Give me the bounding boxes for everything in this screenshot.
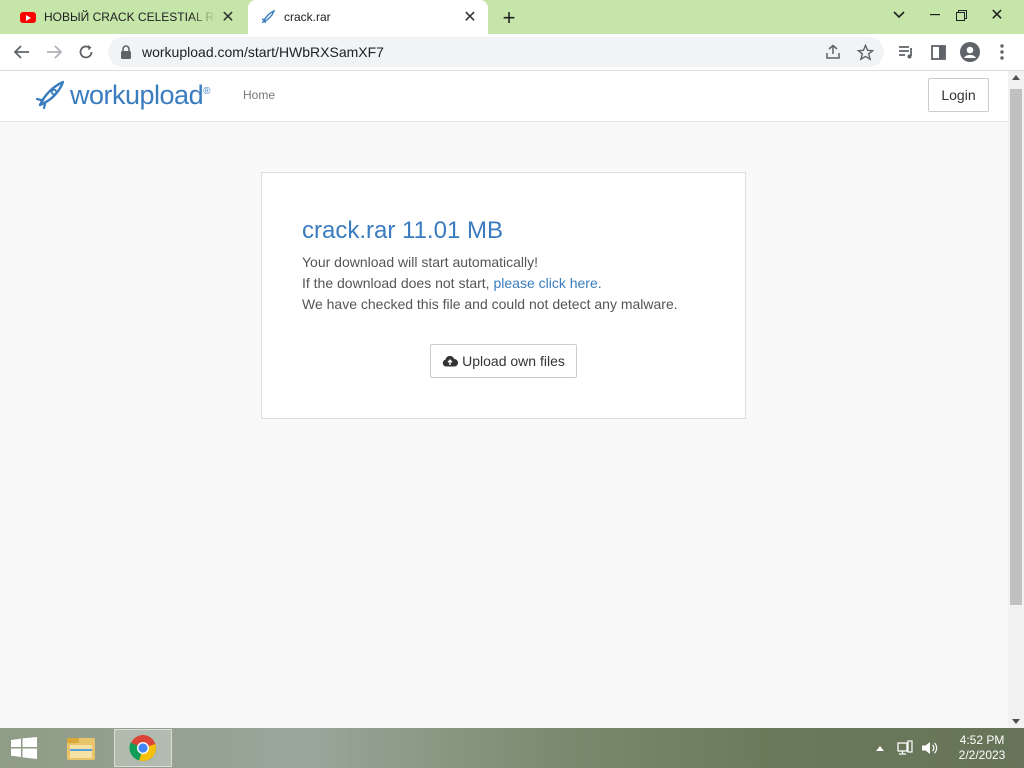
lock-icon[interactable] bbox=[120, 45, 132, 59]
share-icon[interactable] bbox=[822, 41, 844, 63]
url-text[interactable]: workupload.com/start/HWbRXSamXF7 bbox=[142, 44, 384, 60]
star-icon[interactable] bbox=[854, 41, 876, 63]
youtube-icon bbox=[20, 11, 36, 23]
download-panel: crack.rar 11.01 MB Your download will st… bbox=[261, 172, 746, 419]
site-header: workupload® Home Login bbox=[0, 71, 1008, 122]
start-button[interactable] bbox=[10, 737, 38, 764]
taskbar-clock[interactable]: 4:52 PM 2/2/2023 bbox=[952, 733, 1012, 763]
network-icon[interactable] bbox=[897, 728, 913, 768]
malware-scan-message: We have checked this file and could not … bbox=[302, 296, 678, 312]
file-title: crack.rar 11.01 MB bbox=[302, 217, 503, 244]
forward-button[interactable] bbox=[40, 38, 68, 66]
tab-search-chevron-icon[interactable] bbox=[882, 0, 916, 30]
clock-time: 4:52 PM bbox=[959, 733, 1005, 747]
click-here-link[interactable]: please click here. bbox=[493, 275, 601, 291]
tab-title: НОВЫЙ CRACK CELESTIAL RECO bbox=[44, 10, 216, 24]
new-tab-button[interactable]: + bbox=[496, 5, 522, 31]
clock-date: 2/2/2023 bbox=[958, 748, 1006, 762]
page-scrollbar[interactable] bbox=[1008, 71, 1024, 728]
scroll-down-arrow-icon[interactable] bbox=[1012, 719, 1020, 724]
chrome-icon bbox=[129, 735, 156, 762]
windows-taskbar: 4:52 PM 2/2/2023 bbox=[0, 728, 1024, 768]
tab-crack-rar[interactable]: crack.rar ✕ bbox=[248, 0, 488, 34]
rocket-icon bbox=[35, 80, 65, 110]
close-icon[interactable]: ✕ bbox=[216, 5, 240, 29]
workupload-logo[interactable]: workupload® bbox=[34, 79, 210, 111]
nav-home-link[interactable]: Home bbox=[243, 88, 275, 102]
workupload-rocket-icon bbox=[261, 9, 276, 24]
logo-text: workupload® bbox=[70, 79, 210, 110]
scroll-thumb[interactable] bbox=[1010, 89, 1022, 605]
taskbar-file-explorer[interactable] bbox=[52, 729, 110, 767]
reload-button[interactable] bbox=[72, 38, 100, 66]
auto-download-message: Your download will start automatically! bbox=[302, 254, 539, 270]
close-icon[interactable]: ✕ bbox=[458, 5, 482, 29]
windows-logo-icon bbox=[11, 737, 37, 759]
media-control-icon[interactable] bbox=[892, 38, 920, 66]
close-window-button[interactable]: ✕ bbox=[980, 0, 1014, 30]
taskbar-chrome[interactable] bbox=[114, 729, 172, 767]
tray-overflow-icon[interactable] bbox=[876, 728, 884, 768]
fallback-message: If the download does not start, please c… bbox=[302, 275, 602, 291]
folder-icon bbox=[67, 738, 95, 760]
address-bar[interactable]: workupload.com/start/HWbRXSamXF7 bbox=[108, 37, 884, 67]
restore-button[interactable] bbox=[944, 0, 978, 30]
tab-youtube[interactable]: НОВЫЙ CRACK CELESTIAL RECO ✕ bbox=[8, 0, 246, 34]
tab-title: crack.rar bbox=[284, 10, 331, 24]
more-menu-icon[interactable] bbox=[988, 38, 1016, 66]
browser-tab-strip: НОВЫЙ CRACK CELESTIAL RECO ✕ crack.rar ✕… bbox=[0, 0, 1024, 34]
profile-avatar-icon[interactable] bbox=[956, 38, 984, 66]
upload-own-files-button[interactable]: Upload own files bbox=[430, 344, 577, 378]
back-button[interactable] bbox=[8, 38, 36, 66]
side-panel-icon[interactable] bbox=[924, 38, 952, 66]
upload-button-label: Upload own files bbox=[462, 353, 565, 369]
browser-toolbar: workupload.com/start/HWbRXSamXF7 bbox=[0, 34, 1024, 71]
login-button[interactable]: Login bbox=[928, 78, 989, 112]
volume-icon[interactable] bbox=[921, 728, 939, 768]
scroll-up-arrow-icon[interactable] bbox=[1012, 75, 1020, 80]
cloud-upload-icon bbox=[442, 355, 459, 367]
